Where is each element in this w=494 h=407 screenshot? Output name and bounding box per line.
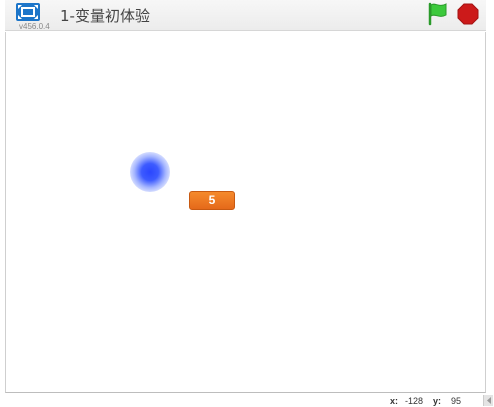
version-label: v456.0.4 <box>19 22 50 31</box>
arrow-left-icon <box>487 397 491 404</box>
stop-button[interactable] <box>457 3 479 25</box>
stage[interactable]: 5 <box>5 32 486 393</box>
fullscreen-icon <box>16 3 40 21</box>
player-header: 1-变量初体验 v456.0.4 <box>5 0 486 31</box>
mouse-coordinates: x: -128 y: 95 <box>0 394 494 407</box>
x-coordinate-value: -128 <box>405 396 424 406</box>
scratch-player: 1-变量初体验 v456.0.4 5 x: -128 y: 95 <box>0 0 494 407</box>
x-coordinate-label: x: <box>390 396 399 406</box>
fullscreen-button[interactable] <box>15 2 41 22</box>
y-coordinate-label: y: <box>433 396 442 406</box>
project-title: 1-变量初体验 <box>60 7 150 25</box>
stop-sign-icon <box>457 3 479 25</box>
scroll-left-button[interactable] <box>483 395 493 406</box>
sprite-ball[interactable] <box>130 152 170 192</box>
y-coordinate-value: 95 <box>451 396 462 406</box>
variable-monitor[interactable]: 5 <box>189 191 235 210</box>
green-flag-icon <box>428 2 447 26</box>
green-flag-button[interactable] <box>427 2 449 26</box>
